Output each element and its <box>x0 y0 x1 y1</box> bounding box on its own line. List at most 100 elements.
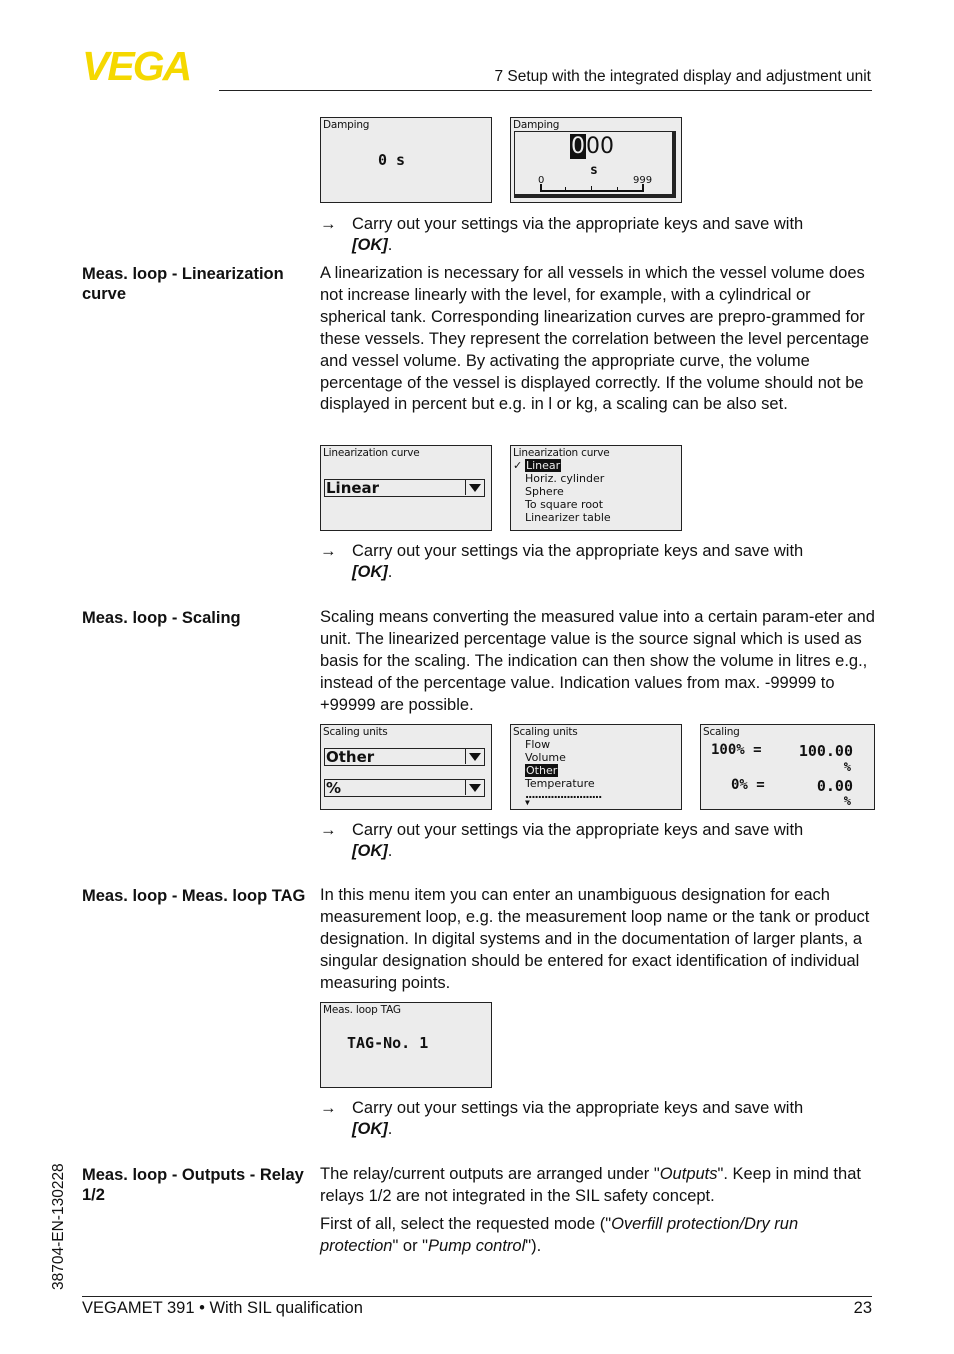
lcd-title: Damping <box>513 119 560 131</box>
step-text: Carry out your settings via the appropri… <box>352 821 804 839</box>
section-label-linearization: Meas. loop - Linearization curve <box>82 265 284 303</box>
footer-product: VEGAMET 391 • With SIL qualification <box>82 1299 363 1317</box>
period: . <box>387 1120 393 1138</box>
section-label-outputs: Meas. loop - Outputs - Relay 1/2 <box>82 1166 304 1204</box>
arrow-icon: → <box>320 215 337 233</box>
scaling-row1-unit: % <box>843 760 851 774</box>
section-label-scaling: Meas. loop - Scaling <box>82 609 241 627</box>
text: " or " <box>392 1236 429 1255</box>
instruction-step: → Carry out your settings via the approp… <box>320 214 880 256</box>
text: The relay/current outputs are arranged u… <box>320 1165 660 1183</box>
lcd-scaling-values: Scaling 100% = 100.00 % 0% = 0.00 % <box>700 724 875 810</box>
linearization-paragraph: A linearization is necessary for all ves… <box>320 264 870 414</box>
lcd-scaling-units: Scaling units Other % <box>320 724 492 810</box>
option-list: Flow Volume Other Temperature ..........… <box>525 738 602 801</box>
logo-text: VEGA <box>82 48 190 84</box>
lcd-title: Linearization curve <box>513 447 610 459</box>
lcd-title: Linearization curve <box>323 447 420 459</box>
lcd-damping-display: Damping 0 s <box>320 117 492 203</box>
scaling-row2-label: 0% = <box>731 777 765 793</box>
list-option[interactable]: Flow <box>525 738 601 751</box>
lcd-linearization-display: Linearization curve Linear <box>320 445 492 531</box>
list-option[interactable]: Volume <box>525 751 601 764</box>
more-dots: ........................ <box>525 788 602 801</box>
ok-key: [OK] <box>352 842 388 860</box>
select-value: Other <box>326 748 375 766</box>
lcd-title: Meas. loop TAG <box>323 1004 401 1016</box>
list-option[interactable]: Horiz. cylinder <box>525 472 611 485</box>
period: . <box>387 842 393 860</box>
tag-paragraph: In this menu item you can enter an unamb… <box>320 886 870 992</box>
unit: s <box>590 163 598 178</box>
period: . <box>387 236 393 254</box>
select-value: % <box>326 779 342 797</box>
menu-reference: Outputs <box>659 1165 718 1183</box>
scaling-row2-value[interactable]: 0.00 <box>817 777 853 795</box>
list-option[interactable]: Linearizer table <box>525 511 611 524</box>
document-id: 38704-EN-130228 <box>50 1163 67 1290</box>
scale-tick <box>591 186 592 191</box>
scaling-row1-value[interactable]: 100.00 <box>799 742 853 760</box>
step-text: Carry out your settings via the appropri… <box>352 215 804 233</box>
arrow-icon: → <box>320 821 337 839</box>
list-option[interactable]: Sphere <box>525 485 611 498</box>
option-label-selected: Other <box>525 764 559 777</box>
scroll-down-icon[interactable]: ▼ <box>525 798 530 807</box>
text: "). <box>525 1236 542 1255</box>
outputs-paragraph-2: First of all, select the requested mode … <box>320 1214 880 1258</box>
scaling-parameter-select[interactable]: Other <box>324 748 485 766</box>
lcd-value: 0 s <box>378 151 406 169</box>
edit-frame: 000 s 0 999 <box>514 131 676 198</box>
option-list: Linear Horiz. cylinder Sphere To square … <box>525 459 611 524</box>
list-option[interactable]: Other <box>525 764 601 777</box>
text: First of all, select the requested mode … <box>320 1215 612 1233</box>
scaling-row2-unit: % <box>843 794 851 808</box>
lcd-scaling-units-list: Scaling units Flow Volume Other Temperat… <box>510 724 682 810</box>
remaining-digits: 00 <box>586 134 614 159</box>
scale-tick <box>565 187 566 191</box>
scaling-row1-label: 100% = <box>711 742 762 758</box>
dropdown-arrow-icon[interactable] <box>465 749 484 764</box>
selected-digit[interactable]: 0 <box>570 134 586 159</box>
dropdown-arrow-icon[interactable] <box>465 480 484 495</box>
scaling-paragraph: Scaling means converting the measured va… <box>320 608 875 714</box>
ok-key: [OK] <box>352 236 388 254</box>
linearization-select[interactable]: Linear <box>324 479 485 497</box>
scale-tick <box>540 184 542 192</box>
lcd-linearization-list: Linearization curve ✓ Linear Horiz. cyli… <box>510 445 682 531</box>
ok-key: [OK] <box>352 563 388 581</box>
lcd-tag-display: Meas. loop TAG TAG-No. 1 <box>320 1002 492 1088</box>
scaling-unit-select[interactable]: % <box>324 779 485 797</box>
header-divider <box>219 90 872 91</box>
section-title: 7 Setup with the integrated display and … <box>494 68 871 85</box>
ok-key: [OK] <box>352 1120 388 1138</box>
instruction-step: → Carry out your settings via the approp… <box>320 1098 880 1140</box>
lcd-title: Damping <box>323 119 370 131</box>
lcd-title: Scaling <box>703 726 740 738</box>
outputs-paragraph-1: The relay/current outputs are arranged u… <box>320 1164 880 1208</box>
scale-tick <box>642 184 644 192</box>
select-value: Linear <box>326 479 380 497</box>
instruction-step: → Carry out your settings via the approp… <box>320 820 880 862</box>
tag-value: TAG-No. 1 <box>347 1034 429 1052</box>
arrow-icon: → <box>320 542 337 560</box>
instruction-step: → Carry out your settings via the approp… <box>320 541 880 583</box>
lcd-title: Scaling units <box>323 726 388 738</box>
section-label-tag: Meas. loop - Meas. loop TAG <box>82 887 306 905</box>
scale-tick <box>617 187 618 191</box>
period: . <box>387 563 393 581</box>
digits: 000 <box>570 134 614 159</box>
footer-divider <box>82 1296 872 1297</box>
step-text: Carry out your settings via the appropri… <box>352 1099 804 1117</box>
checkmark-icon: ✓ <box>513 459 523 472</box>
mode-reference: Pump control <box>428 1236 526 1255</box>
list-option[interactable]: To square root <box>525 498 611 511</box>
dropdown-arrow-icon[interactable] <box>465 780 484 795</box>
option-label-selected: Linear <box>525 459 562 472</box>
list-option[interactable]: Linear <box>525 459 611 472</box>
lcd-damping-edit: Damping 000 s 0 999 <box>510 117 682 203</box>
arrow-icon: → <box>320 1099 337 1117</box>
scale-bar <box>540 190 644 192</box>
lcd-title: Scaling units <box>513 726 578 738</box>
page-number: 23 <box>853 1299 872 1317</box>
